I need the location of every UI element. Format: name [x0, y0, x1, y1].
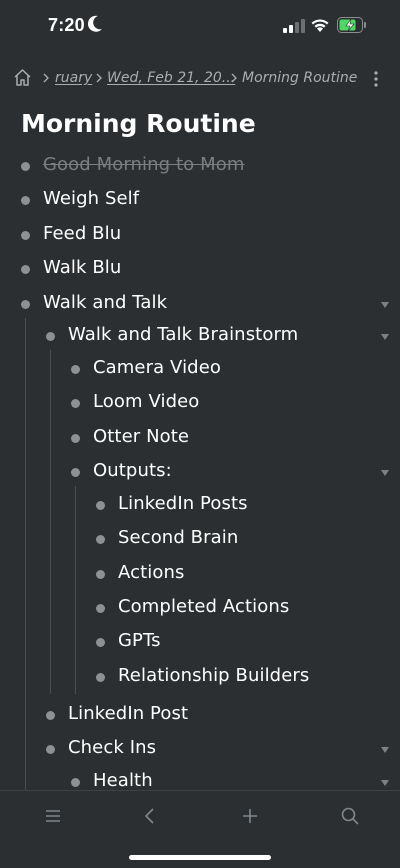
outline-item-text[interactable]: Health — [93, 770, 153, 791]
bullet-icon[interactable] — [45, 744, 55, 754]
outline-item-text[interactable]: Weigh Self — [43, 188, 139, 209]
outline-item[interactable]: LinkedIn Post — [0, 698, 400, 732]
status-time: 7:20 — [48, 15, 85, 35]
outline-item-text[interactable]: Loom Video — [93, 391, 199, 412]
outline-item-text[interactable]: Camera Video — [93, 357, 221, 378]
outline-item[interactable]: Check Ins — [0, 732, 400, 766]
home-indicator[interactable] — [129, 855, 271, 860]
bullet-icon[interactable] — [20, 161, 30, 171]
breadcrumb: ruary Wed, Feb 21, 20... Morning Routine — [12, 66, 388, 92]
outline-item-text[interactable]: Completed Actions — [118, 596, 289, 617]
outline-item-text[interactable]: Walk and Talk Brainstorm — [68, 324, 298, 345]
more-vertical-icon[interactable] — [372, 70, 380, 88]
outline-item[interactable]: Otter Note — [0, 421, 400, 455]
collapse-caret-icon[interactable] — [380, 746, 390, 754]
home-icon[interactable] — [13, 68, 32, 87]
bullet-icon[interactable] — [95, 637, 105, 647]
outline-item-text[interactable]: Second Brain — [118, 527, 238, 548]
outline-item[interactable]: Second Brain — [0, 522, 400, 556]
outline-item[interactable]: Good Morning to Mom — [0, 149, 400, 183]
outline-item[interactable]: LinkedIn Posts — [0, 488, 400, 522]
outline-item[interactable]: Completed Actions — [0, 591, 400, 625]
bullet-icon[interactable] — [95, 672, 105, 682]
outline-item[interactable]: Walk and Talk — [0, 287, 400, 321]
page-title: Morning Routine — [21, 109, 256, 138]
outline-item-text[interactable]: GPTs — [118, 630, 161, 651]
outline-item-text[interactable]: Actions — [118, 562, 184, 583]
bullet-icon[interactable] — [70, 467, 80, 477]
collapse-caret-icon[interactable] — [380, 469, 390, 477]
bullet-icon[interactable] — [95, 534, 105, 544]
collapse-caret-icon[interactable] — [380, 333, 390, 341]
search-icon[interactable] — [339, 805, 361, 827]
wifi-icon — [311, 19, 329, 32]
chevron-right-icon — [43, 73, 49, 83]
add-icon[interactable] — [239, 805, 261, 827]
outline-item[interactable]: Outputs: — [0, 455, 400, 489]
bullet-icon[interactable] — [70, 398, 80, 408]
collapse-caret-icon[interactable] — [380, 301, 390, 309]
bullet-icon[interactable] — [95, 500, 105, 510]
outline-item[interactable]: Loom Video — [0, 386, 400, 420]
bullet-icon[interactable] — [20, 195, 30, 205]
breadcrumb-item[interactable]: Wed, Feb 21, 20... — [107, 70, 235, 86]
breadcrumb-current: Morning Routine — [242, 70, 358, 86]
outline-item-text[interactable]: Otter Note — [93, 426, 189, 447]
outline-item[interactable]: Weigh Self — [0, 183, 400, 217]
bullet-icon[interactable] — [20, 264, 30, 274]
bullet-icon[interactable] — [70, 364, 80, 374]
outline-item[interactable]: Walk Blu — [0, 252, 400, 286]
back-icon[interactable] — [139, 805, 161, 827]
bullet-icon[interactable] — [20, 230, 30, 240]
status-bar: 7:20 — [0, 0, 400, 52]
battery-charging-icon — [337, 17, 366, 33]
outline-item-text[interactable]: Relationship Builders — [118, 665, 309, 686]
bullet-icon[interactable] — [45, 331, 55, 341]
chevron-right-icon — [231, 73, 237, 83]
bullet-icon[interactable] — [95, 603, 105, 613]
outline-item-text[interactable]: Good Morning to Mom — [43, 154, 244, 175]
outline-item-text[interactable]: LinkedIn Posts — [118, 493, 248, 514]
outline-item[interactable]: Camera Video — [0, 352, 400, 386]
bullet-icon[interactable] — [70, 777, 80, 787]
bullet-icon[interactable] — [70, 433, 80, 443]
bullet-icon[interactable] — [95, 569, 105, 579]
outline-item[interactable]: Relationship Builders — [0, 660, 400, 694]
outline-item[interactable]: GPTs — [0, 625, 400, 659]
chevron-right-icon — [96, 73, 102, 83]
breadcrumb-item[interactable]: ruary — [55, 70, 92, 86]
outline-item[interactable]: Walk and Talk Brainstorm — [0, 319, 400, 353]
bullet-icon[interactable] — [45, 710, 55, 720]
bottom-toolbar — [0, 790, 400, 840]
outline-item-text[interactable]: Outputs: — [93, 460, 172, 481]
outline-item-text[interactable]: Check Ins — [68, 737, 156, 758]
outline-item-text[interactable]: Feed Blu — [43, 223, 121, 244]
cellular-signal-icon — [283, 19, 305, 33]
collapse-caret-icon[interactable] — [380, 779, 390, 787]
outline-item-text[interactable]: LinkedIn Post — [68, 703, 188, 724]
outline-item[interactable]: Actions — [0, 557, 400, 591]
moon-icon — [87, 15, 102, 32]
outline-item-text[interactable]: Walk and Talk — [43, 292, 167, 313]
outline-item-text[interactable]: Walk Blu — [43, 257, 121, 278]
outline-item[interactable]: Feed Blu — [0, 218, 400, 252]
bullet-icon[interactable] — [20, 299, 30, 309]
menu-icon[interactable] — [42, 805, 64, 827]
